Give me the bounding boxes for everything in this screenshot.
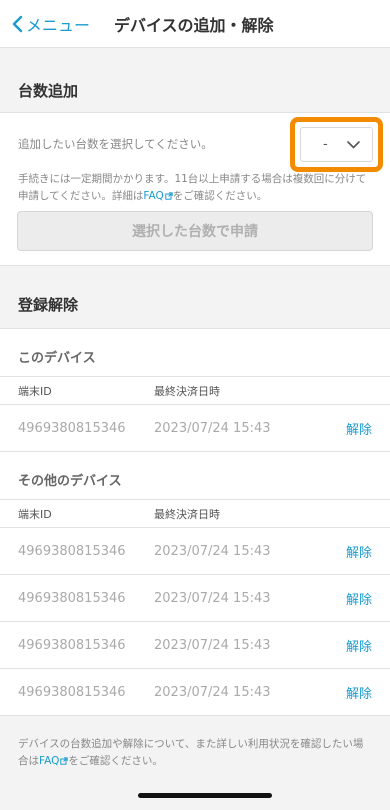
- faq-link-label: FAQ: [143, 190, 164, 202]
- faq-link[interactable]: FAQ: [39, 755, 69, 767]
- add-device-card: 追加したい台数を選択してください。 - 手続きには一定期間かかります。11台以上…: [0, 112, 390, 266]
- faq-link[interactable]: FAQ: [143, 190, 173, 202]
- col-last-payment: 最終決済日時: [154, 384, 220, 398]
- table-row: 4969380815346 2023/07/24 15:43 解除: [0, 405, 390, 452]
- device-id: 4969380815346: [18, 543, 126, 559]
- add-section-title: 台数追加: [18, 82, 79, 100]
- this-device-block: このデバイス 端末ID 最終決済日時 4969380815346 2023/07…: [0, 328, 390, 716]
- last-payment: 2023/07/24 15:43: [154, 684, 271, 700]
- device-id: 4969380815346: [18, 590, 126, 606]
- other-devices-title: その他のデバイス: [18, 474, 122, 489]
- footer-text-end: をご確認ください。: [68, 755, 163, 767]
- external-link-icon: [165, 192, 173, 200]
- remove-section-title: 登録解除: [18, 296, 79, 314]
- table-row: 4969380815346 2023/07/24 15:43 解除: [0, 528, 390, 575]
- table-row: 4969380815346 2023/07/24 15:43 解除: [0, 669, 390, 716]
- add-note: 手続きには一定期間かかります。11台以上申請する場合は複数回に分けて申請してくだ…: [18, 171, 374, 205]
- remove-button[interactable]: 解除: [346, 419, 372, 438]
- note-text-end: をご確認ください。: [172, 190, 268, 202]
- device-id: 4969380815346: [18, 684, 126, 700]
- this-device-title: このデバイス: [18, 351, 96, 366]
- nav-bar: メニュー デバイスの追加・解除: [0, 0, 390, 48]
- last-payment: 2023/07/24 15:43: [154, 420, 271, 436]
- remove-button[interactable]: 解除: [346, 542, 372, 561]
- footer-note: デバイスの台数追加や解除について、また詳しい利用状況を確認したい場合はFAQ をご…: [0, 716, 390, 770]
- last-payment: 2023/07/24 15:43: [154, 590, 271, 606]
- back-button[interactable]: メニュー: [12, 12, 90, 36]
- remove-button[interactable]: 解除: [346, 589, 372, 608]
- apply-button[interactable]: 選択した台数で申請: [17, 211, 373, 251]
- select-highlight: -: [290, 117, 383, 172]
- add-prompt: 追加したい台数を選択してください。: [18, 137, 213, 151]
- col-device-id: 端末ID: [18, 384, 52, 398]
- home-indicator: [138, 793, 272, 798]
- select-value: -: [323, 137, 328, 152]
- device-id: 4969380815346: [18, 420, 126, 436]
- last-payment: 2023/07/24 15:43: [154, 543, 271, 559]
- remove-button[interactable]: 解除: [346, 636, 372, 655]
- table-header: 端末ID 最終決済日時: [0, 376, 390, 405]
- col-last-payment: 最終決済日時: [154, 507, 220, 521]
- page-title: デバイスの追加・解除: [114, 15, 274, 35]
- faq-link-label: FAQ: [39, 755, 60, 767]
- remove-button[interactable]: 解除: [346, 683, 372, 702]
- table-header: 端末ID 最終決済日時: [0, 499, 390, 528]
- col-device-id: 端末ID: [18, 507, 52, 521]
- table-row: 4969380815346 2023/07/24 15:43 解除: [0, 622, 390, 669]
- device-count-select[interactable]: -: [300, 127, 373, 162]
- table-row: 4969380815346 2023/07/24 15:43 解除: [0, 575, 390, 622]
- chevron-down-icon: [347, 140, 360, 148]
- last-payment: 2023/07/24 15:43: [154, 637, 271, 653]
- back-label: メニュー: [26, 15, 91, 35]
- device-id: 4969380815346: [18, 637, 126, 653]
- chevron-left-icon: [12, 15, 23, 32]
